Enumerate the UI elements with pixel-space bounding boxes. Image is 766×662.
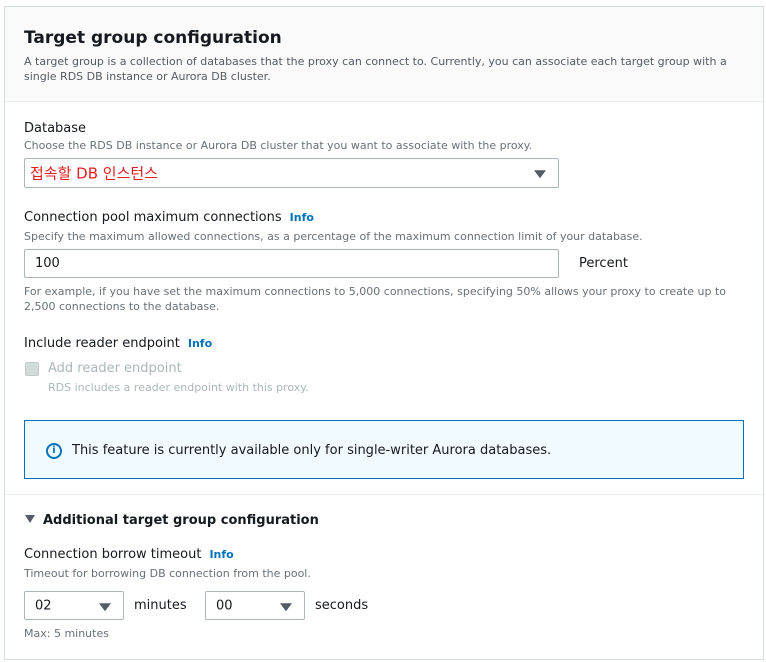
database-description: Choose the RDS DB instance or Aurora DB … [24,139,533,152]
panel-header: Target group configuration A target grou… [5,7,763,102]
caret-down-icon [25,515,35,523]
alert-text: This feature is currently available only… [72,443,552,458]
additional-config-expander[interactable]: Additional target group configuration [25,513,319,528]
borrow-timeout-description: Timeout for borrowing DB connection from… [24,567,311,580]
reader-info-link[interactable]: Info [188,337,212,350]
checkbox-description: RDS includes a reader endpoint with this… [48,381,309,394]
panel-title: Target group configuration [24,28,282,48]
borrow-timeout-constraint: Max: 5 minutes [24,627,109,640]
seconds-select[interactable]: 00 [205,591,305,620]
info-icon: i [46,443,62,459]
database-select[interactable]: 접속할 DB 인스턴스 [24,158,559,188]
additional-config-title: Additional target group configuration [43,513,319,528]
pool-label-row: Connection pool maximum connections Info [24,210,314,225]
database-label: Database [24,121,87,136]
chevron-down-icon [534,170,546,179]
chevron-down-icon [280,602,292,611]
reader-label-row: Include reader endpoint Info [24,336,212,351]
reader-label: Include reader endpoint [24,336,180,351]
minutes-select[interactable]: 02 [24,591,124,620]
chevron-down-icon [99,602,111,611]
pool-unit: Percent [579,256,628,271]
seconds-value: 00 [216,598,233,613]
borrow-label-row: Connection borrow timeout Info [24,547,234,562]
database-selected-value: 접속할 DB 인스턴스 [30,164,158,183]
pool-max-connections-input[interactable] [24,249,559,278]
pool-label: Connection pool maximum connections [24,210,282,225]
divider [5,494,763,495]
minutes-value: 02 [35,598,52,613]
pool-example: For example, if you have set the maximum… [24,285,726,313]
panel-description: A target group is a collection of databa… [24,55,727,83]
pool-description: Specify the maximum allowed connections,… [24,230,643,243]
checkbox-label: Add reader endpoint [48,361,182,376]
minutes-label: minutes [134,598,187,613]
add-reader-endpoint-checkbox[interactable] [25,362,39,376]
borrow-info-link[interactable]: Info [209,548,233,561]
seconds-label: seconds [315,598,369,613]
target-group-panel: Target group configuration A target grou… [4,6,764,660]
info-alert: i This feature is currently available on… [24,420,744,479]
pool-info-link[interactable]: Info [290,211,314,224]
borrow-timeout-label: Connection borrow timeout [24,547,202,562]
